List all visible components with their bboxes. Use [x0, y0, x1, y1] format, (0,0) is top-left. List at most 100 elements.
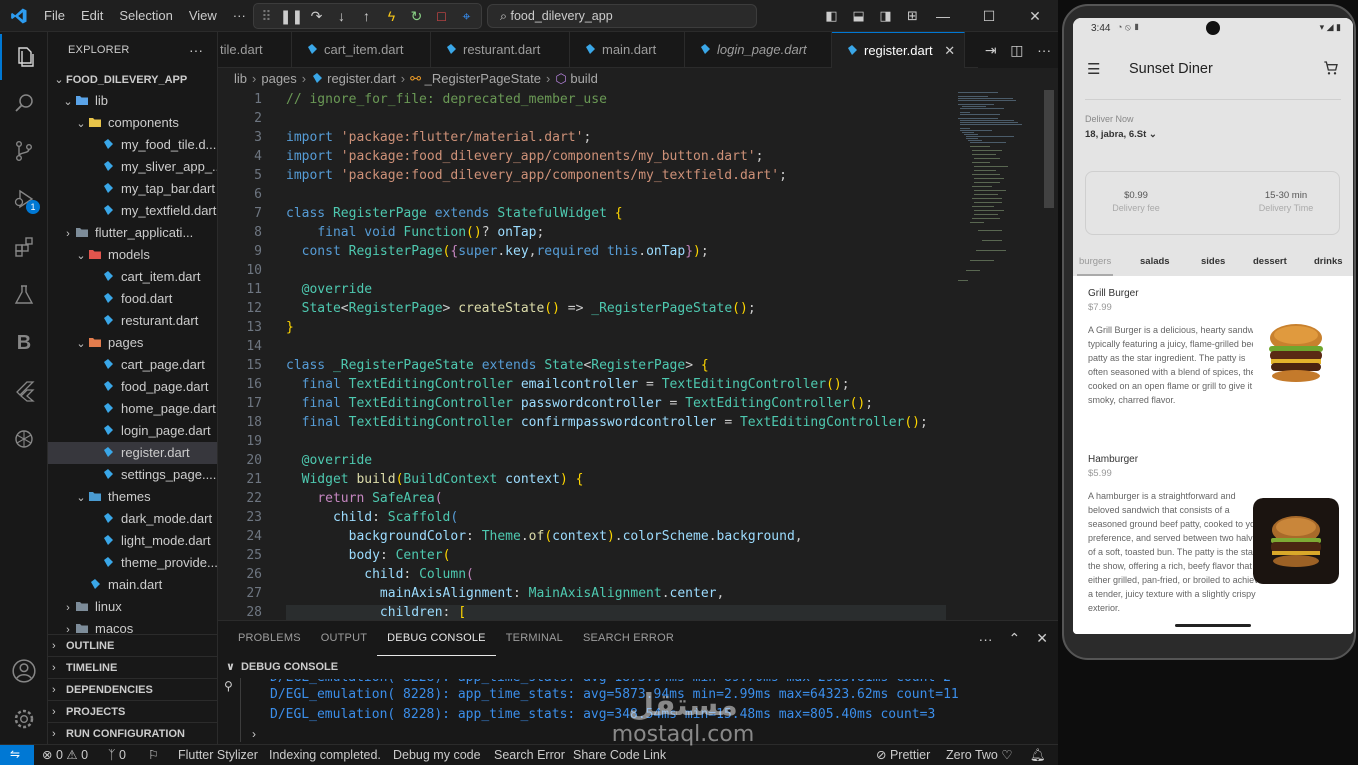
file-item[interactable]: resturant.dart [48, 310, 217, 332]
close-window-icon[interactable]: ✕ [1012, 0, 1058, 32]
tab-resturant[interactable]: resturant.dart [431, 32, 570, 68]
file-item[interactable]: cart_page.dart [48, 354, 217, 376]
status-flutter-stylizer[interactable]: Flutter Stylizer [178, 745, 258, 765]
file-item[interactable]: home_page.dart [48, 398, 217, 420]
command-center[interactable]: ⌕ food_dilevery_app [487, 4, 757, 28]
file-item[interactable]: cart_item.dart [48, 266, 217, 288]
maximize-panel-icon[interactable]: ⌃ [1009, 630, 1021, 647]
extensions-icon[interactable] [0, 224, 48, 270]
file-item[interactable]: register.dart [48, 442, 217, 464]
minimap[interactable] [948, 90, 1043, 290]
file-item[interactable]: theme_provide... [48, 552, 217, 574]
section-dependencies[interactable]: › DEPENDENCIES [48, 678, 217, 700]
breadcrumb-class[interactable]: _RegisterPageState [425, 71, 541, 86]
file-item[interactable]: my_textfield.dart [48, 200, 217, 222]
step-over-icon[interactable]: ↷ [304, 8, 329, 25]
status-search-error[interactable]: Search Error [494, 745, 565, 765]
folder-item[interactable]: ⌄ models [48, 244, 217, 266]
chatgpt-icon[interactable] [0, 416, 48, 462]
folder-item[interactable]: ⌄ pages [48, 332, 217, 354]
tab-search-error[interactable]: SEARCH ERROR [573, 621, 684, 656]
step-out-icon[interactable]: ↑ [354, 8, 379, 24]
folder-item[interactable]: › flutter_applicati... [48, 222, 217, 244]
more-editor-actions-icon[interactable]: ··· [1037, 42, 1051, 58]
status-debug-my-code[interactable]: Debug my code [393, 745, 481, 765]
profile-status[interactable]: Zero Two ♡ [946, 745, 1013, 765]
drag-handle-icon[interactable]: ⠿ [254, 8, 279, 25]
problems-status[interactable]: ⊗ 0 ⚠ 0 [42, 745, 88, 765]
file-item[interactable]: light_mode.dart [48, 530, 217, 552]
section-timeline[interactable]: › TIMELINE [48, 656, 217, 678]
menu-view[interactable]: View [181, 0, 225, 32]
inspector-icon[interactable]: ⌖ [454, 8, 479, 25]
cart-icon[interactable] [1323, 60, 1339, 79]
stop-icon[interactable]: □ [429, 8, 454, 24]
toggle-panel-icon[interactable]: ⬓ [845, 8, 872, 24]
folder-item[interactable]: ⌄ lib [48, 90, 217, 112]
flutter-device-icon[interactable]: ⚐ [148, 745, 159, 765]
ports-status[interactable]: ᛉ 0 [108, 745, 126, 765]
tab-salads[interactable]: salads [1140, 256, 1170, 267]
tab-cart-item[interactable]: cart_item.dart [292, 32, 431, 68]
hot-reload-icon[interactable]: ϟ [379, 8, 404, 24]
tab-output[interactable]: OUTPUT [311, 621, 377, 656]
debug-console-header[interactable]: ∨ DEBUG CONSOLE [218, 656, 1058, 678]
file-item[interactable]: main.dart [48, 574, 217, 596]
notifications-icon[interactable]: 🔔︎ [1030, 745, 1046, 765]
tab-main[interactable]: main.dart [570, 32, 685, 68]
file-item[interactable]: settings_page.... [48, 464, 217, 486]
tab-sides[interactable]: sides [1201, 256, 1225, 267]
file-item[interactable]: food.dart [48, 288, 217, 310]
flutter-icon[interactable] [0, 368, 48, 414]
menu-icon[interactable]: ☰ [1087, 60, 1100, 78]
folder-item[interactable]: ⌄ components [48, 112, 217, 134]
tab-dessert[interactable]: dessert [1253, 256, 1287, 267]
folder-item[interactable]: › linux [48, 596, 217, 618]
toggle-primary-sidebar-icon[interactable]: ◧ [818, 8, 845, 24]
bloc-icon[interactable]: B [0, 320, 48, 366]
tab-tile[interactable]: tile.dart [218, 32, 292, 68]
breadcrumb-file[interactable]: register.dart [327, 71, 396, 86]
section-run-configuration[interactable]: › RUN CONFIGURATION [48, 722, 217, 744]
toggle-secondary-sidebar-icon[interactable]: ◨ [872, 8, 899, 24]
menu-file[interactable]: File [36, 0, 73, 32]
file-item[interactable]: my_food_tile.d... [48, 134, 217, 156]
remote-indicator[interactable]: ⇋ [0, 745, 34, 765]
delivery-address[interactable]: 18, jabra, 6.St ⌄ [1085, 129, 1157, 140]
workspace-root[interactable]: ⌄ FOOD_DILEVERY_APP [48, 68, 217, 90]
pin-icon[interactable]: ⚲ [224, 679, 233, 693]
menu-selection[interactable]: Selection [111, 0, 180, 32]
breadcrumb-pages[interactable]: pages [261, 71, 296, 86]
open-changes-icon[interactable]: ⇥ [985, 42, 997, 59]
close-tab-icon[interactable]: ✕ [944, 43, 955, 58]
more-actions-icon[interactable]: ··· [189, 42, 203, 58]
testing-icon[interactable] [0, 272, 48, 318]
tab-debug-console[interactable]: DEBUG CONSOLE [377, 621, 496, 656]
account-icon[interactable] [0, 648, 48, 694]
folder-item[interactable]: ⌄ themes [48, 486, 217, 508]
pause-icon[interactable]: ❚❚ [279, 8, 304, 25]
status-share-code-link[interactable]: Share Code Link [573, 745, 666, 765]
breadcrumb-method[interactable]: build [570, 71, 597, 86]
section-outline[interactable]: › OUTLINE [48, 634, 217, 656]
breadcrumb-lib[interactable]: lib [234, 71, 247, 86]
menu-more[interactable]: ··· [225, 0, 254, 32]
explorer-icon[interactable] [0, 34, 48, 80]
run-debug-icon[interactable]: 1 [0, 176, 48, 222]
minimize-icon[interactable]: — [920, 0, 966, 32]
tab-login-page[interactable]: login_page.dart [685, 32, 832, 68]
tab-register[interactable]: register.dart ✕ [832, 32, 965, 68]
chevron-right-icon[interactable]: › [252, 727, 256, 741]
tab-drinks[interactable]: drinks [1314, 256, 1343, 267]
source-control-icon[interactable] [0, 128, 48, 174]
tab-burgers[interactable]: burgers [1079, 256, 1111, 267]
panel-more-icon[interactable]: ··· [979, 631, 993, 647]
file-item[interactable]: dark_mode.dart [48, 508, 217, 530]
tab-terminal[interactable]: TERMINAL [496, 621, 573, 656]
maximize-icon[interactable]: ☐ [966, 0, 1012, 32]
step-into-icon[interactable]: ↓ [329, 8, 354, 24]
restart-icon[interactable]: ↻ [404, 8, 429, 25]
settings-gear-icon[interactable] [0, 696, 48, 742]
split-editor-icon[interactable]: ◫ [1010, 42, 1023, 59]
code-editor[interactable]: 1 // ignore_for_file: deprecated_member_u… [218, 90, 1058, 620]
